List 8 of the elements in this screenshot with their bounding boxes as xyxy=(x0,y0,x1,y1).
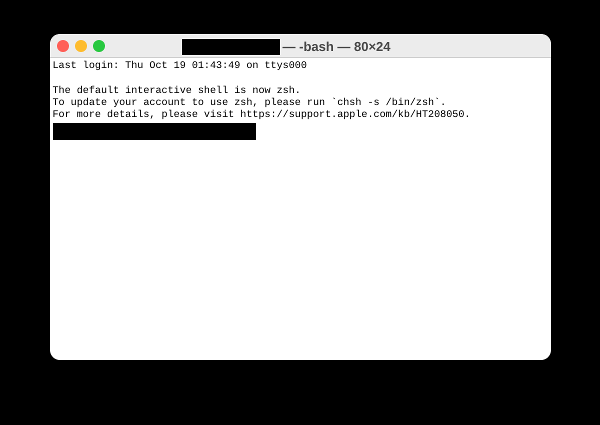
minimize-button[interactable] xyxy=(74,40,86,52)
close-button[interactable] xyxy=(56,40,68,52)
terminal-line: To update your account to use zsh, please run `chsh -s /bin/zsh`. xyxy=(52,98,446,110)
window-title: — -bash — 80×24 xyxy=(282,38,391,56)
terminal-line: For more details, please visit https://support.apple.com/kb/HT208050. xyxy=(52,110,470,122)
zoom-button[interactable] xyxy=(92,40,104,52)
terminal-line: Last login: Thu Oct 19 01:43:49 on ttys000 xyxy=(52,61,307,74)
terminal-line: The default interactive shell is now zsh. xyxy=(52,86,301,98)
